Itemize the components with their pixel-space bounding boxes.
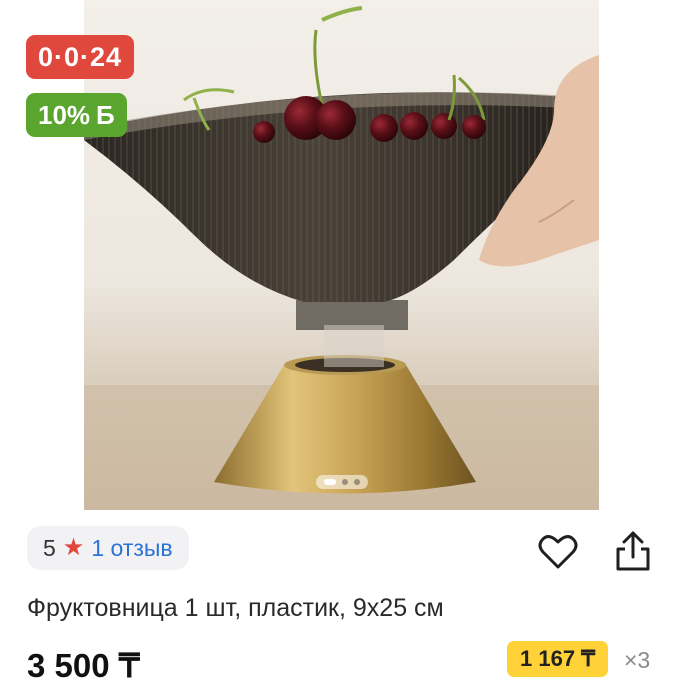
installment-amount: 1 167 ₸ <box>520 646 596 671</box>
rating-chip[interactable]: 5 ★ 1 отзыв <box>27 526 189 570</box>
gallery-pager[interactable] <box>316 475 368 489</box>
product-title: Фруктовница 1 шт, пластик, 9х25 см <box>27 594 444 622</box>
pager-dot[interactable] <box>354 479 360 485</box>
share-button[interactable] <box>612 529 654 573</box>
pager-dot-active[interactable] <box>324 479 336 485</box>
timer-badge: 0·0·24 <box>26 35 135 79</box>
bonus-icon: Б <box>96 99 115 130</box>
star-icon: ★ <box>62 534 85 561</box>
share-icon <box>616 531 650 571</box>
product-price: 3 500 ₸ <box>27 647 140 684</box>
rating-value: 5 <box>43 534 56 561</box>
reviews-link[interactable]: 1 отзыв <box>91 535 172 562</box>
heart-icon <box>538 535 578 569</box>
bonus-percent: 10% <box>38 99 91 130</box>
fruit-bowl-image <box>84 6 599 510</box>
favorite-button[interactable] <box>538 534 578 570</box>
installment-badge[interactable]: 1 167 ₸ <box>507 641 609 677</box>
product-photo[interactable] <box>84 0 599 510</box>
installment-multiplier: ×3 <box>624 647 651 673</box>
timer-text: 0·0·24 <box>38 41 123 72</box>
bonus-badge: 10% Б <box>26 93 127 137</box>
pager-dot[interactable] <box>342 479 348 485</box>
